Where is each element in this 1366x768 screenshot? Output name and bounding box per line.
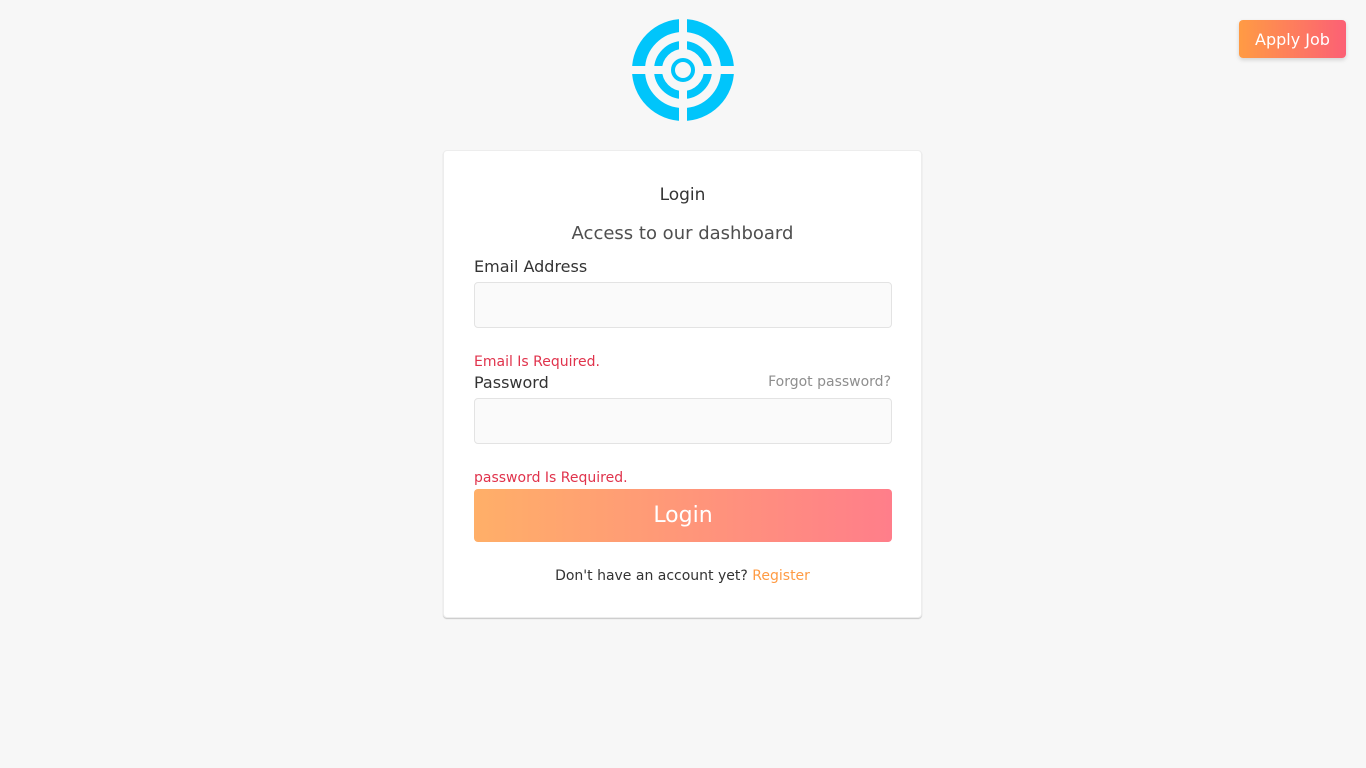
login-card: Login Access to our dashboard Email Addr… xyxy=(443,150,922,618)
password-field[interactable] xyxy=(474,398,892,444)
password-error: password Is Required. xyxy=(474,470,628,486)
login-subtitle: Access to our dashboard xyxy=(571,223,794,244)
login-button[interactable]: Login xyxy=(474,489,892,542)
email-error: Email Is Required. xyxy=(474,354,600,370)
apply-job-button[interactable]: Apply Job xyxy=(1239,20,1346,58)
target-logo-icon xyxy=(632,19,734,121)
email-field[interactable] xyxy=(474,282,892,328)
forgot-password-link[interactable]: Forgot password? xyxy=(768,374,891,390)
password-label: Password xyxy=(474,373,549,392)
register-link[interactable]: Register xyxy=(752,568,810,584)
login-title: Login xyxy=(659,185,706,205)
register-prompt-text: Don't have an account yet? xyxy=(555,568,748,584)
email-label: Email Address xyxy=(474,257,588,276)
register-prompt: Don't have an account yet? Register xyxy=(444,568,921,584)
